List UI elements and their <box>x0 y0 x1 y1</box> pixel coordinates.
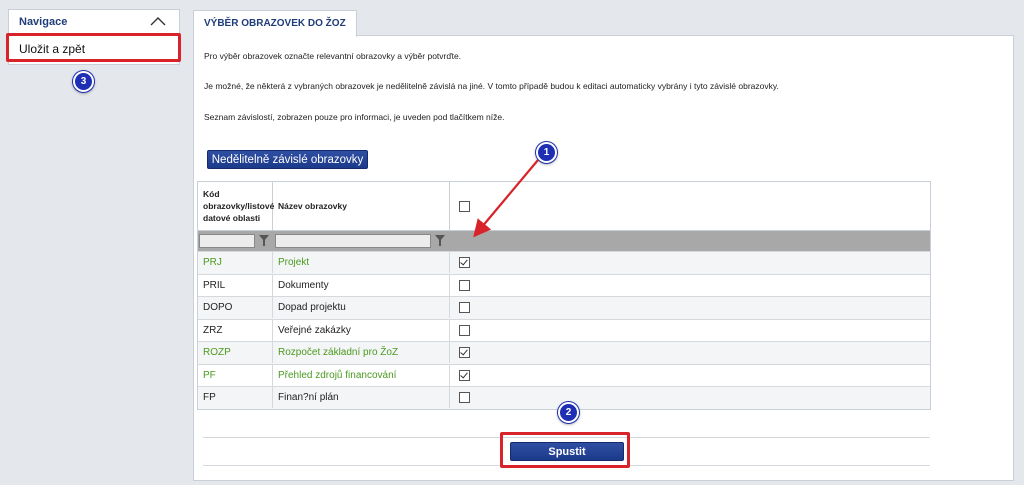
row-checkbox[interactable] <box>459 369 470 381</box>
cell-name: Dopad projektu <box>273 297 450 318</box>
cell-code: PRJ <box>198 252 273 273</box>
row-checkbox[interactable] <box>459 392 470 403</box>
filter-input-name[interactable] <box>275 234 431 248</box>
table-row[interactable]: PRJ Projekt <box>198 251 930 274</box>
table-row[interactable]: PF Přehled zdrojů financování <box>198 363 930 387</box>
info-text-2: Je možné, že některá z vybraných obrazov… <box>204 81 779 91</box>
row-checkbox[interactable] <box>459 302 470 313</box>
cell-name: Finan?ní plán <box>273 387 450 408</box>
dependent-screens-button[interactable]: Nedělitelně závislé obrazovky <box>207 150 368 169</box>
cell-code: PF <box>198 364 273 386</box>
filter-row <box>198 231 930 251</box>
table-header: Kód obrazovky/listové datové oblasti Náz… <box>198 182 930 231</box>
column-header-name[interactable]: Název obrazovky <box>273 182 450 230</box>
annotation-badge-2: 2 <box>558 402 579 423</box>
column-header-select <box>450 182 931 230</box>
screens-table: Kód obrazovky/listové datové oblasti Náz… <box>197 181 931 410</box>
table-row[interactable]: ROZP Rozpočet základní pro ŽoZ <box>198 341 930 364</box>
navigation-header[interactable]: Navigace <box>9 10 179 35</box>
cell-name: Projekt <box>273 252 450 273</box>
info-text-1: Pro výběr obrazovek označte relevantní o… <box>204 51 462 61</box>
cell-code: ROZP <box>198 342 273 363</box>
cell-name: Veřejné zakázky <box>273 319 450 341</box>
cell-code: ZRZ <box>198 319 273 341</box>
cell-name: Přehled zdrojů financování <box>273 364 450 386</box>
chevron-up-icon[interactable] <box>149 15 167 27</box>
cell-code: FP <box>198 387 273 408</box>
table-row[interactable]: DOPO Dopad projektu <box>198 296 930 319</box>
cell-code: DOPO <box>198 297 273 318</box>
select-all-checkbox[interactable] <box>459 201 470 212</box>
annotation-badge-3: 3 <box>73 71 94 92</box>
navigation-title: Navigace <box>19 16 68 28</box>
filter-icon[interactable] <box>435 235 445 246</box>
table-body: PRJ Projekt PRIL Dokumenty DOPO Dopad projekt… <box>198 251 930 409</box>
cell-name: Dokumenty <box>273 274 450 296</box>
highlight-frame-run <box>500 432 630 468</box>
info-text-3: Seznam závislostí, zobrazen pouze pro in… <box>204 112 505 122</box>
filter-icon[interactable] <box>259 235 269 246</box>
row-checkbox[interactable] <box>459 324 470 336</box>
table-row[interactable]: PRIL Dokumenty <box>198 273 930 297</box>
highlight-frame-save-and-back <box>6 33 181 62</box>
cell-code: PRIL <box>198 274 273 296</box>
annotation-badge-1: 1 <box>536 142 557 163</box>
row-checkbox[interactable] <box>459 279 470 291</box>
main-panel: Pro výběr obrazovek označte relevantní o… <box>193 35 1014 481</box>
filter-input-code[interactable] <box>199 234 255 248</box>
column-header-code[interactable]: Kód obrazovky/listové datové oblasti <box>198 182 274 230</box>
table-row[interactable]: ZRZ Veřejné zakázky <box>198 318 930 342</box>
row-checkbox[interactable] <box>459 347 470 358</box>
cell-name: Rozpočet základní pro ŽoZ <box>273 342 450 363</box>
tab-screen-selection[interactable]: VÝBĚR OBRAZOVEK DO ŽOZ <box>193 10 357 37</box>
row-checkbox[interactable] <box>459 257 470 268</box>
